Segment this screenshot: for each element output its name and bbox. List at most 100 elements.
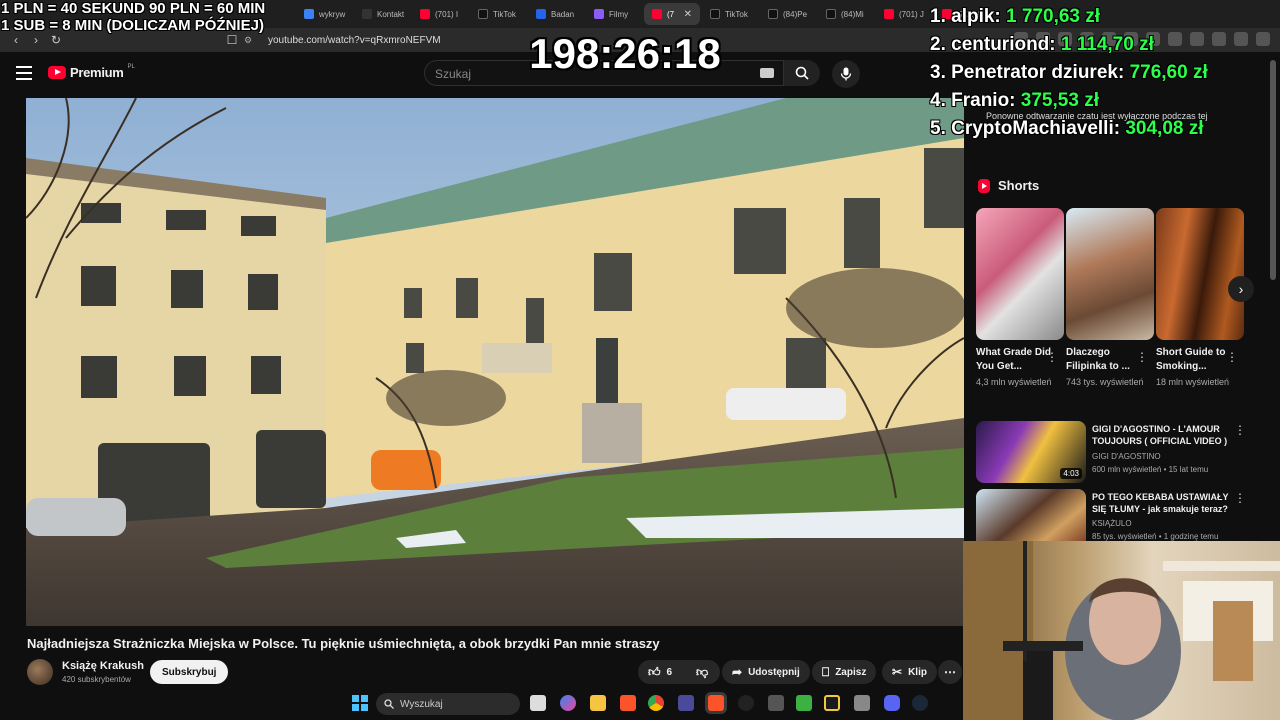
app-icon[interactable] — [678, 695, 694, 711]
more-vertical-icon[interactable]: ⋮ — [1046, 350, 1058, 364]
voice-search-button[interactable] — [832, 60, 860, 88]
more-vertical-icon[interactable]: ⋮ — [1234, 423, 1246, 437]
short-views: 743 tys. wyświetleń — [1066, 377, 1144, 387]
microphone-icon — [840, 67, 852, 81]
webcam-overlay — [963, 541, 1280, 720]
browser-tab[interactable]: (84)Mi — [818, 3, 874, 25]
recommended-meta: 600 mln wyświetleń • 15 lat temu — [1092, 465, 1209, 474]
short-title[interactable]: Dlaczego Filipinka to ... — [1066, 346, 1142, 374]
steam-icon[interactable] — [912, 695, 928, 711]
subscriber-count: 420 subskrybentów — [62, 675, 131, 684]
share-icon: ➦ — [732, 665, 743, 679]
keyboard-icon[interactable] — [760, 68, 774, 78]
windows-taskbar: Wyszukaj — [0, 690, 963, 720]
calculator-icon[interactable] — [854, 695, 870, 711]
rules-line: 1 SUB = 8 MIN (DOLICZAM PÓŹNIEJ) — [1, 17, 264, 34]
close-tab-icon[interactable]: ✕ — [684, 9, 692, 20]
more-vertical-icon[interactable]: ⋮ — [1234, 491, 1246, 505]
thumbs-down-icon: 👎︎ — [696, 664, 709, 679]
leaderboard-row: 2. centuriond: 1 114,70 zł — [930, 34, 1154, 55]
more-actions-button[interactable]: ⋯ — [938, 660, 962, 684]
app-icon[interactable] — [768, 695, 784, 711]
discord-icon[interactable] — [884, 695, 900, 711]
recommended-title[interactable]: GIGI D'AGOSTINO - L'AMOUR TOUJOURS ( OFF… — [1092, 423, 1232, 447]
dislike-button[interactable]: 👎︎ — [686, 660, 720, 684]
recommended-channel[interactable]: GIGI D'AGOSTINO — [1092, 452, 1252, 461]
tab-favicon-icon — [362, 9, 372, 19]
app-icon[interactable] — [738, 695, 754, 711]
shorts-icon — [978, 178, 990, 193]
short-thumbnail[interactable] — [976, 208, 1064, 340]
app-icon[interactable] — [796, 695, 812, 711]
browser-tab[interactable]: Badan — [528, 3, 584, 25]
more-horizontal-icon: ⋯ — [944, 665, 956, 679]
recommended-channel[interactable]: KSIĄŻULO — [1092, 519, 1252, 528]
browser-tab-active[interactable]: (7 ✕ — [644, 3, 700, 25]
short-thumbnail[interactable] — [1066, 208, 1154, 340]
youtube-logo[interactable]: Premium PL — [48, 64, 135, 80]
copilot-icon[interactable] — [560, 695, 576, 711]
video-frame-scene — [26, 98, 964, 626]
tab-favicon-icon — [304, 9, 314, 19]
leaderboard-row: 3. Penetrator dziurek: 776,60 zł — [930, 62, 1208, 83]
scissors-icon: ✂ — [892, 665, 903, 679]
recommended-thumbnail[interactable]: 4:03 — [976, 421, 1086, 483]
tiktok-favicon-icon — [478, 9, 488, 19]
short-views: 4,3 mln wyświetleń — [976, 377, 1052, 387]
chrome-icon[interactable] — [648, 695, 664, 711]
browser-tab[interactable]: TikTok — [702, 3, 758, 25]
browser-tab[interactable]: (701) I — [412, 3, 468, 25]
obs-icon[interactable] — [824, 695, 840, 711]
subathon-timer: 198:26:18 — [529, 30, 721, 77]
tiktok-favicon-icon — [826, 9, 836, 19]
browser-tab[interactable]: Filmy — [586, 3, 642, 25]
chevron-right-icon: › — [1238, 281, 1244, 297]
browser-tab[interactable]: wykryw — [296, 3, 352, 25]
browser-tab[interactable]: (84)Pe — [760, 3, 816, 25]
task-view-icon[interactable] — [530, 695, 546, 711]
more-vertical-icon[interactable]: ⋮ — [1226, 350, 1238, 364]
site-info-icon[interactable]: ⚙ — [244, 35, 258, 46]
like-button[interactable]: 👍︎ 6 — [638, 660, 686, 684]
shorts-header: Shorts — [978, 178, 1039, 193]
windows-start-icon[interactable] — [352, 695, 368, 711]
save-button[interactable]: ⎕ Zapisz — [812, 660, 877, 684]
rules-line: 1 PLN = 40 SEKUND 90 PLN = 60 MIN — [1, 0, 266, 17]
browser-tab[interactable]: (701) J — [876, 3, 932, 25]
leaderboard-row: 5. CryptoMachiavelli: 304,08 zł — [930, 118, 1204, 139]
search-button[interactable] — [784, 60, 820, 86]
leaderboard-row: 1. alpik: 1 770,63 zł — [930, 6, 1101, 27]
file-explorer-icon[interactable] — [590, 695, 606, 711]
video-player[interactable] — [26, 98, 964, 626]
share-button[interactable]: ➦ Udostępnij — [722, 660, 810, 684]
taskbar-search-input[interactable]: Wyszukaj — [376, 693, 520, 715]
browser-tab[interactable]: TikTok — [470, 3, 526, 25]
clip-button[interactable]: ✂ Klip — [882, 660, 937, 684]
back-icon[interactable]: ‹ — [6, 33, 26, 47]
browser-tab[interactable]: Kontakt — [354, 3, 410, 25]
youtube-favicon-icon — [884, 9, 894, 19]
short-title[interactable]: Short Guide to Smoking... — [1156, 346, 1232, 374]
video-title: Najładniejsza Strażniczka Miejska w Pols… — [27, 636, 660, 651]
more-vertical-icon[interactable]: ⋮ — [1136, 350, 1148, 364]
brave-icon[interactable] — [620, 695, 636, 711]
hamburger-menu-icon[interactable] — [16, 66, 32, 80]
recommended-meta: 85 tys. wyświetleń • 1 godzinę temu — [1092, 532, 1219, 541]
channel-name[interactable]: Książę Krakush — [62, 660, 144, 672]
reload-icon[interactable]: ↻ — [46, 33, 66, 47]
tiktok-favicon-icon — [710, 9, 720, 19]
short-thumbnail[interactable] — [1156, 208, 1244, 340]
youtube-favicon-icon — [652, 9, 662, 19]
short-title[interactable]: What Grade Did You Get... — [976, 346, 1052, 374]
thumbs-up-icon: 👍︎ — [648, 664, 661, 679]
recommended-title[interactable]: PO TEGO KEBABA USTAWIAŁY SIĘ TŁUMY - jak… — [1092, 491, 1232, 515]
tiktok-favicon-icon — [768, 9, 778, 19]
search-icon — [384, 699, 394, 709]
search-icon — [795, 66, 809, 80]
subscribe-button[interactable]: Subskrybuj — [150, 660, 229, 684]
forward-icon[interactable]: › — [26, 33, 46, 47]
bookmark-icon[interactable]: ☐ — [222, 33, 242, 47]
channel-avatar[interactable] — [27, 659, 53, 685]
next-shorts-button[interactable]: › — [1228, 276, 1254, 302]
brave-active-icon[interactable] — [708, 695, 724, 711]
